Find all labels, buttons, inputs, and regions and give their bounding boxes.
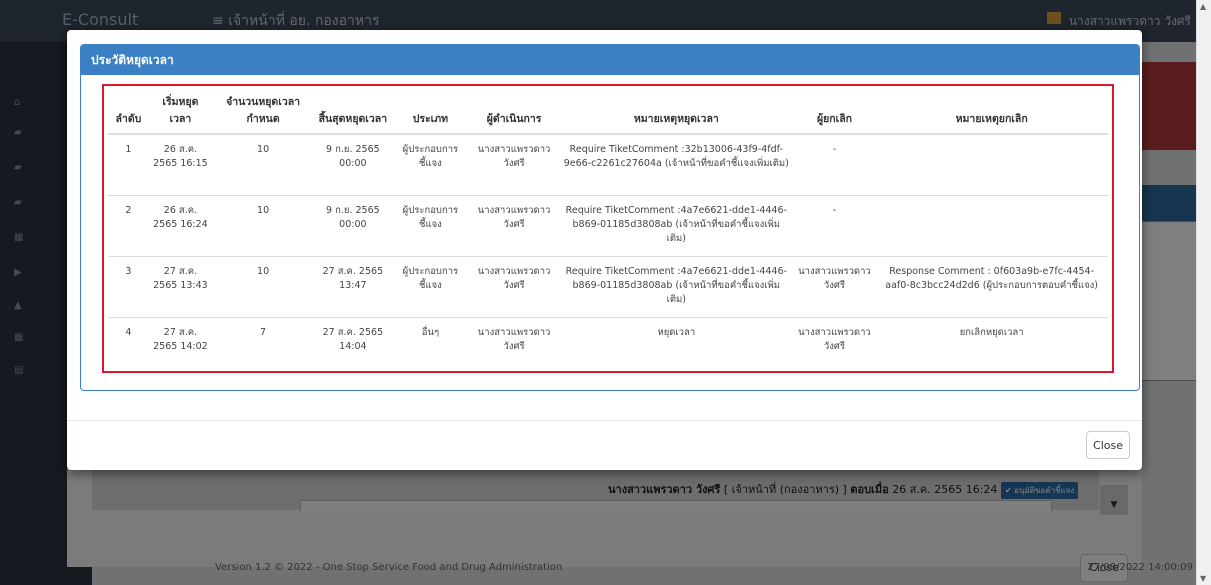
cell-days: 10 [212, 194, 315, 256]
cell-cancel-note: Response Comment : 0f603a9b-e7fc-4454-aa… [875, 255, 1108, 317]
cell-days: 10 [212, 133, 315, 195]
panel-title: ประวัติหยุดเวลา [81, 45, 1139, 75]
cell-start: 27 ส.ค. 2565 13:43 [148, 255, 213, 317]
col-header-canceller: ผู้ยกเลิก [793, 88, 876, 135]
table-row: 4 27 ส.ค. 2565 14:02 7 27 ส.ค. 2565 14:0… [108, 316, 1108, 372]
table-row: 1 26 ส.ค. 2565 16:15 10 9 ก.ย. 2565 00:0… [108, 133, 1108, 195]
cell-type: อื่นๆ [391, 316, 470, 372]
history-table-highlight: ลำดับ เริ่มหยุดเวลา จำนวนหยุดเวลากำหนด ส… [102, 84, 1114, 373]
close-button[interactable]: Close [1086, 431, 1130, 459]
col-header-note: หมายเหตุหยุดเวลา [558, 88, 794, 135]
cell-end: 9 ก.ย. 2565 00:00 [314, 194, 392, 256]
cell-days: 10 [212, 255, 315, 317]
col-header-days: จำนวนหยุดเวลากำหนด [212, 88, 315, 135]
cell-canceller: - [793, 133, 876, 195]
cell-cancel-note: ยกเลิกหยุดเวลา [875, 316, 1108, 372]
table-row: 2 26 ส.ค. 2565 16:24 10 9 ก.ย. 2565 00:0… [108, 194, 1108, 256]
col-header-no: ลำดับ [108, 88, 149, 135]
cell-note: Require TiketComment :32b13006-43f9-4fdf… [558, 133, 794, 195]
cell-end: 9 ก.ย. 2565 00:00 [314, 133, 392, 195]
cell-start: 26 ส.ค. 2565 16:15 [148, 133, 213, 195]
cell-end: 27 ส.ค. 2565 14:04 [314, 316, 392, 372]
cell-no: 1 [108, 133, 149, 195]
cell-operator: นางสาวแพรวดาว วังศรี [469, 133, 559, 195]
cell-days: 7 [212, 316, 315, 372]
cell-type: ผู้ประกอบการชี้แจง [391, 194, 470, 256]
cell-end: 27 ส.ค. 2565 13:47 [314, 255, 392, 317]
history-table: ลำดับ เริ่มหยุดเวลา จำนวนหยุดเวลากำหนด ส… [108, 88, 1108, 372]
history-panel: ประวัติหยุดเวลา ลำดับ เริ่มหยุดเวลา จำนว… [80, 44, 1140, 391]
col-header-cancel-note: หมายเหตุยกเลิก [875, 88, 1108, 135]
cell-operator: นางสาวแพรวดาว วังศรี [469, 255, 559, 317]
scroll-down-icon[interactable]: ▼ [1200, 574, 1206, 583]
cell-operator: นางสาวแพรวดาว วังศรี [469, 194, 559, 256]
col-header-start: เริ่มหยุดเวลา [148, 88, 213, 135]
cell-cancel-note [875, 194, 1108, 256]
cell-no: 2 [108, 194, 149, 256]
col-header-operator: ผู้ดำเนินการ [469, 88, 559, 135]
modal-footer: Close [67, 420, 1142, 471]
page-scrollbar[interactable]: ▲ ▼ [1196, 0, 1211, 585]
col-header-type: ประเภท [391, 88, 470, 135]
stop-time-history-modal: ประวัติหยุดเวลา ลำดับ เริ่มหยุดเวลา จำนว… [67, 30, 1142, 470]
table-row: 3 27 ส.ค. 2565 13:43 10 27 ส.ค. 2565 13:… [108, 255, 1108, 317]
cell-canceller: นางสาวแพรวดาว วังศรี [793, 316, 876, 372]
cell-note: Require TiketComment :4a7e6621-dde1-4446… [558, 255, 794, 317]
cell-operator: นางสาวแพรวดาว วังศรี [469, 316, 559, 372]
col-header-end: สิ้นสุดหยุดเวลา [314, 88, 392, 135]
cell-type: ผู้ประกอบการชี้แจง [391, 133, 470, 195]
cell-canceller: นางสาวแพรวดาว วังศรี [793, 255, 876, 317]
table-header-row: ลำดับ เริ่มหยุดเวลา จำนวนหยุดเวลากำหนด ส… [108, 88, 1108, 135]
cell-note: Require TiketComment :4a7e6621-dde1-4446… [558, 194, 794, 256]
cell-start: 26 ส.ค. 2565 16:24 [148, 194, 213, 256]
cell-start: 27 ส.ค. 2565 14:02 [148, 316, 213, 372]
cell-cancel-note [875, 133, 1108, 195]
cell-note: หยุดเวลา [558, 316, 794, 372]
cell-type: ผู้ประกอบการชี้แจง [391, 255, 470, 317]
scroll-up-icon[interactable]: ▲ [1200, 2, 1206, 11]
cell-no: 3 [108, 255, 149, 317]
cell-canceller: - [793, 194, 876, 256]
cell-no: 4 [108, 316, 149, 372]
